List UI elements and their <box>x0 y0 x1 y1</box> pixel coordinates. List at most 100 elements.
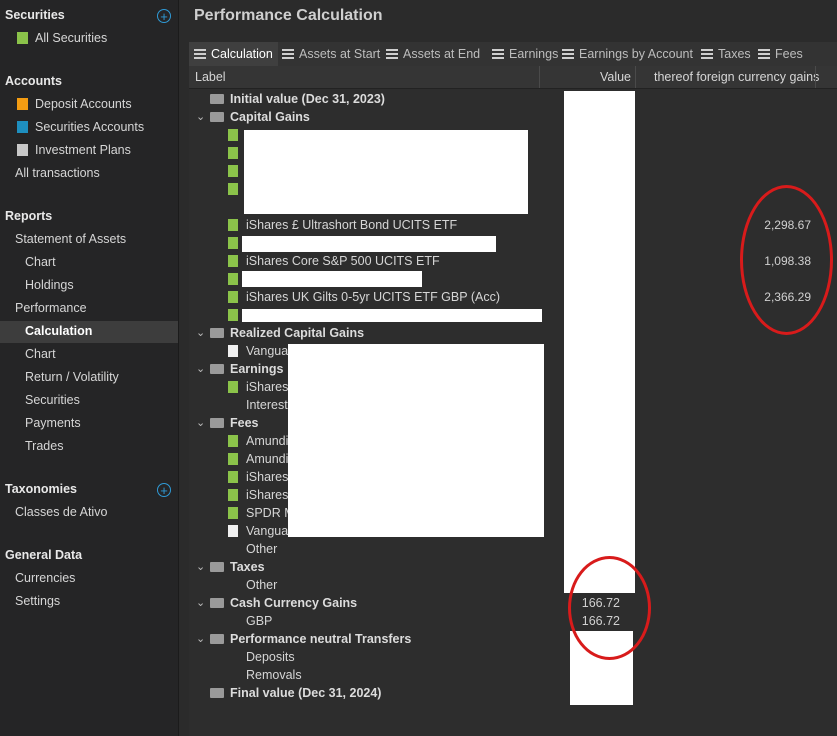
sidebar-item-statement-of-assets[interactable]: Statement of Assets <box>15 232 126 246</box>
tab-bar: Calculation Assets at Start Assets at En… <box>189 42 837 66</box>
tree-row-gbp[interactable]: GBP 166.72 <box>189 612 837 630</box>
tree-row-fee-other[interactable]: Other <box>189 540 837 558</box>
tab-label: Earnings by Account <box>579 47 693 61</box>
tab-taxes[interactable]: Taxes <box>701 42 751 66</box>
security-icon <box>228 255 238 267</box>
sidebar-item-soa-chart[interactable]: Chart <box>25 255 56 269</box>
security-icon <box>228 471 238 483</box>
chevron-down-icon[interactable]: ⌄ <box>196 360 206 378</box>
column-header-label[interactable]: Label <box>195 66 226 88</box>
tab-earnings-by-account[interactable]: Earnings by Account <box>562 42 693 66</box>
column-header-fx-gains[interactable]: thereof foreign currency gains <box>654 66 819 88</box>
document-icon <box>228 525 238 537</box>
folder-icon <box>210 418 224 428</box>
tab-fees[interactable]: Fees <box>758 42 803 66</box>
chevron-down-icon[interactable]: ⌄ <box>196 558 206 576</box>
reports-header: Reports <box>5 209 53 223</box>
folder-icon <box>210 598 224 608</box>
add-security-icon[interactable]: + <box>157 9 171 23</box>
tab-label: Calculation <box>211 47 273 61</box>
taxonomies-header: Taxonomies <box>5 482 78 496</box>
sidebar-item-perf-chart[interactable]: Chart <box>25 347 56 361</box>
row-label: Cash Currency Gains <box>230 596 358 610</box>
tree-row-performance-neutral-transfers[interactable]: ⌄ Performance neutral Transfers <box>189 630 837 648</box>
sidebar-item-performance[interactable]: Performance <box>15 301 87 315</box>
tab-calculation[interactable]: Calculation <box>189 42 278 66</box>
security-icon <box>228 129 238 141</box>
sidebar-item-deposit-accounts[interactable]: Deposit Accounts <box>17 97 132 111</box>
chevron-down-icon[interactable]: ⌄ <box>196 108 206 126</box>
tree-row-realized-capital-gains[interactable]: ⌄ Realized Capital Gains <box>189 324 837 342</box>
row-label: Final value (Dec 31, 2024) <box>230 686 382 700</box>
security-icon <box>228 507 238 519</box>
annotation-circle <box>740 185 833 335</box>
chevron-down-icon[interactable]: ⌄ <box>196 324 206 342</box>
redaction-block <box>244 130 528 214</box>
row-label: Taxes <box>230 560 265 574</box>
tab-label: Assets at End <box>403 47 481 61</box>
security-icon <box>228 273 238 285</box>
security-icon <box>228 489 238 501</box>
sidebar-item-all-transactions[interactable]: All transactions <box>15 166 100 180</box>
tree-row-deposits[interactable]: Deposits <box>189 648 837 666</box>
security-icon <box>228 219 238 231</box>
page-title: Performance Calculation <box>194 7 383 24</box>
add-taxonomy-icon[interactable]: + <box>157 483 171 497</box>
tab-assets-at-end[interactable]: Assets at End <box>386 42 480 66</box>
tree-row-cash-currency-gains[interactable]: ⌄ Cash Currency Gains 166.72 <box>189 594 837 612</box>
tab-assets-at-start[interactable]: Assets at Start <box>282 42 380 66</box>
sidebar-item-all-securities[interactable]: All Securities <box>17 31 107 45</box>
column-divider[interactable] <box>635 66 636 88</box>
list-icon <box>386 49 398 59</box>
sidebar-item-perf-securities[interactable]: Securities <box>25 393 80 407</box>
chevron-down-icon[interactable]: ⌄ <box>196 594 206 612</box>
tree-row-capital-gains[interactable]: ⌄ Capital Gains <box>189 108 837 126</box>
row-label: Fees <box>230 416 259 430</box>
security-icon <box>228 435 238 447</box>
sidebar-item-label: Investment Plans <box>35 143 131 157</box>
sidebar-item-investment-plans[interactable]: Investment Plans <box>17 143 131 157</box>
sidebar: Securities + All Securities Accounts Dep… <box>0 0 179 736</box>
folder-icon <box>210 688 224 698</box>
column-divider[interactable] <box>815 66 816 88</box>
row-label: iShares <box>246 380 289 394</box>
sidebar-item-securities-accounts[interactable]: Securities Accounts <box>17 120 144 134</box>
tab-earnings[interactable]: Earnings <box>492 42 558 66</box>
sidebar-item-return-volatility[interactable]: Return / Volatility <box>25 370 119 384</box>
tree-row-tax-other[interactable]: Other <box>189 576 837 594</box>
row-label: Other <box>246 542 278 556</box>
sidebar-item-calculation[interactable]: Calculation <box>25 324 92 338</box>
redaction-block <box>242 236 496 252</box>
sidebar-item-classes-de-ativo[interactable]: Classes de Ativo <box>15 505 107 519</box>
tree-row-taxes[interactable]: ⌄ Taxes <box>189 558 837 576</box>
tab-label: Earnings <box>509 47 559 61</box>
column-header-value[interactable]: Value <box>541 66 631 88</box>
column-divider[interactable] <box>539 66 540 88</box>
security-icon <box>228 381 238 393</box>
tree-row-final-value[interactable]: Final value (Dec 31, 2024) <box>189 684 837 702</box>
security-icon <box>228 165 238 177</box>
sidebar-item-trades[interactable]: Trades <box>25 439 63 453</box>
sidebar-item-label: All Securities <box>35 31 108 45</box>
sidebar-item-settings[interactable]: Settings <box>15 594 60 608</box>
chevron-down-icon[interactable]: ⌄ <box>196 414 206 432</box>
row-label: iShares £ Ultrashort Bond UCITS ETF <box>246 218 458 232</box>
row-label: Capital Gains <box>230 110 310 124</box>
row-label: Amundi <box>246 434 289 448</box>
row-label: iShares <box>246 470 289 484</box>
sidebar-item-payments[interactable]: Payments <box>25 416 81 430</box>
redaction-block <box>288 344 544 537</box>
chevron-down-icon[interactable]: ⌄ <box>196 630 206 648</box>
security-icon <box>228 237 238 249</box>
tree-row-removals[interactable]: Removals <box>189 666 837 684</box>
tree-row-initial-value[interactable]: Initial value (Dec 31, 2023) <box>189 90 837 108</box>
list-icon <box>194 49 206 59</box>
tree-row-ishares-uk-gilts[interactable]: iShares UK Gilts 0-5yr UCITS ETF GBP (Ac… <box>189 288 837 306</box>
sidebar-item-holdings[interactable]: Holdings <box>25 278 74 292</box>
redaction-block <box>242 309 542 322</box>
main-panel: Performance Calculation Calculation Asse… <box>179 0 837 736</box>
sidebar-item-currencies[interactable]: Currencies <box>15 571 75 585</box>
annotation-circle <box>568 556 651 660</box>
tree-row-ishares-ultrashort[interactable]: iShares £ Ultrashort Bond UCITS ETF 2,29… <box>189 216 837 234</box>
list-icon <box>758 49 770 59</box>
